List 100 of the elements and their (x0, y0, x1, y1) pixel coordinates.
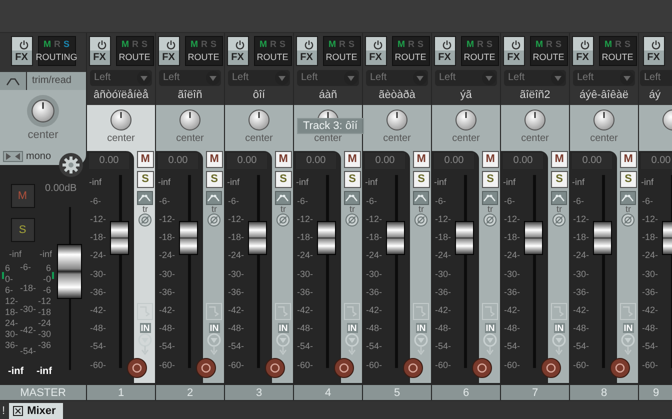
fader-thumb[interactable] (524, 221, 543, 256)
mute-button[interactable]: M (620, 150, 637, 168)
phase-icon[interactable] (552, 212, 566, 227)
fx-button[interactable]: FX (502, 36, 524, 66)
pan-knob[interactable] (455, 108, 477, 131)
solo-button[interactable]: S (344, 170, 361, 188)
input-dropdown[interactable]: Left (90, 70, 152, 86)
volume-readout[interactable]: 0.00 (572, 152, 612, 169)
volume-readout[interactable]: 0.00 (365, 152, 405, 169)
pan-knob[interactable] (524, 108, 546, 131)
volume-readout[interactable]: 0.00dB (45, 182, 77, 194)
track-name[interactable]: áýê-âîêàë (580, 88, 628, 101)
pan-knob[interactable] (386, 108, 408, 131)
fx-button[interactable]: FX (88, 36, 110, 66)
input-dropdown[interactable]: Left (640, 70, 672, 86)
envelope-icon[interactable] (482, 190, 498, 205)
solo-button[interactable]: S (10, 218, 34, 242)
monitor-label[interactable]: IN (622, 322, 634, 333)
track-number[interactable]: 9 (639, 384, 672, 400)
phase-icon[interactable] (345, 212, 360, 227)
volume-readout[interactable]: 0.00 (158, 152, 198, 169)
fx-button[interactable]: FX (572, 36, 594, 66)
envelope-icon[interactable] (620, 190, 636, 205)
input-dropdown[interactable]: Left (435, 70, 497, 86)
track-name[interactable]: ýã (460, 88, 472, 101)
record-arm-icon[interactable] (127, 358, 147, 378)
fx-button[interactable]: FX (642, 36, 664, 66)
mute-button[interactable]: M (136, 150, 154, 168)
track-name[interactable]: ôîí (252, 88, 266, 101)
mute-button[interactable]: M (550, 150, 568, 168)
track-name[interactable]: âñòóïëåíèå (93, 88, 149, 101)
track-number[interactable]: 6 (432, 384, 500, 400)
monitor-label[interactable]: IN (208, 322, 220, 333)
track-number[interactable]: 8 (570, 384, 638, 400)
pan-knob[interactable] (110, 108, 132, 131)
volume-readout[interactable]: 0.00 (227, 152, 267, 169)
fader-thumb[interactable] (110, 221, 129, 256)
track-name[interactable]: áý (639, 88, 661, 101)
pan-knob[interactable] (31, 98, 55, 123)
automation-mode-button[interactable]: trim/read (27, 72, 86, 90)
track-number[interactable]: 5 (363, 384, 431, 400)
phase-icon[interactable] (138, 212, 152, 227)
envelope-icon[interactable] (137, 190, 154, 205)
record-arm-icon[interactable] (334, 358, 354, 378)
mute-button[interactable]: M (274, 150, 292, 168)
monitor-label[interactable]: IN (416, 322, 427, 333)
envelope-icon[interactable] (413, 190, 430, 205)
automation-button[interactable] (0, 72, 26, 90)
fx-button[interactable]: FX (296, 36, 318, 66)
solo-button[interactable]: S (136, 170, 154, 188)
envelope-icon[interactable] (551, 190, 568, 205)
mute-button[interactable]: M (412, 150, 430, 168)
input-dropdown[interactable]: Left (573, 70, 635, 86)
solo-button[interactable]: S (620, 170, 637, 188)
track-number[interactable]: 2 (156, 384, 224, 400)
mute-button[interactable]: M (206, 150, 223, 168)
record-arm-icon[interactable] (610, 358, 630, 378)
input-dropdown[interactable]: Left (504, 70, 566, 86)
fx-button[interactable]: FX (158, 36, 180, 66)
monitor-label[interactable]: IN (140, 322, 151, 333)
pan-knob[interactable] (248, 108, 270, 131)
solo-button[interactable]: S (274, 170, 292, 188)
solo-button[interactable]: S (206, 170, 223, 188)
fx-button[interactable]: FX (10, 36, 32, 66)
record-arm-icon[interactable] (541, 358, 561, 378)
phase-icon[interactable] (621, 212, 636, 227)
track-number[interactable]: 7 (501, 384, 569, 400)
record-arm-icon[interactable] (403, 358, 423, 378)
fader-thumb[interactable] (455, 221, 474, 256)
solo-button[interactable]: S (550, 170, 568, 188)
fx-button[interactable]: FX (434, 36, 456, 66)
volume-readout[interactable]: 0.00 (434, 152, 474, 169)
mono-button[interactable]: mono (3, 150, 52, 162)
fader-thumb[interactable] (593, 221, 612, 256)
record-arm-icon[interactable] (196, 358, 216, 378)
monitor-label[interactable]: IN (346, 322, 358, 333)
track-name[interactable]: ãîëîñ (178, 88, 202, 101)
track-number[interactable]: 4 (294, 384, 362, 400)
solo-button[interactable]: S (482, 170, 499, 188)
solo-button[interactable]: S (412, 170, 430, 188)
fader-thumb[interactable] (317, 221, 336, 256)
record-arm-icon[interactable] (265, 358, 285, 378)
master-label[interactable]: MASTER (0, 384, 86, 400)
input-dropdown[interactable]: Left (159, 70, 221, 86)
phase-icon[interactable] (414, 212, 428, 227)
fader-thumb[interactable] (386, 221, 405, 256)
track-name[interactable]: áàñ (318, 88, 338, 101)
record-arm-icon[interactable] (472, 358, 492, 378)
track-number[interactable]: 1 (87, 384, 155, 400)
track-name[interactable]: ãîëîñ2 (520, 88, 550, 101)
input-dropdown[interactable]: Left (297, 70, 359, 86)
fx-button[interactable]: FX (364, 36, 386, 66)
fader-thumb[interactable] (248, 221, 267, 256)
monitor-label[interactable]: IN (278, 322, 289, 333)
track-number[interactable]: 3 (225, 384, 293, 400)
monitor-label[interactable]: IN (484, 322, 496, 333)
phase-icon[interactable] (483, 212, 498, 227)
phase-icon[interactable] (207, 212, 222, 227)
input-dropdown[interactable]: Left (228, 70, 290, 86)
dock-tab[interactable]: Mixer (9, 403, 63, 419)
